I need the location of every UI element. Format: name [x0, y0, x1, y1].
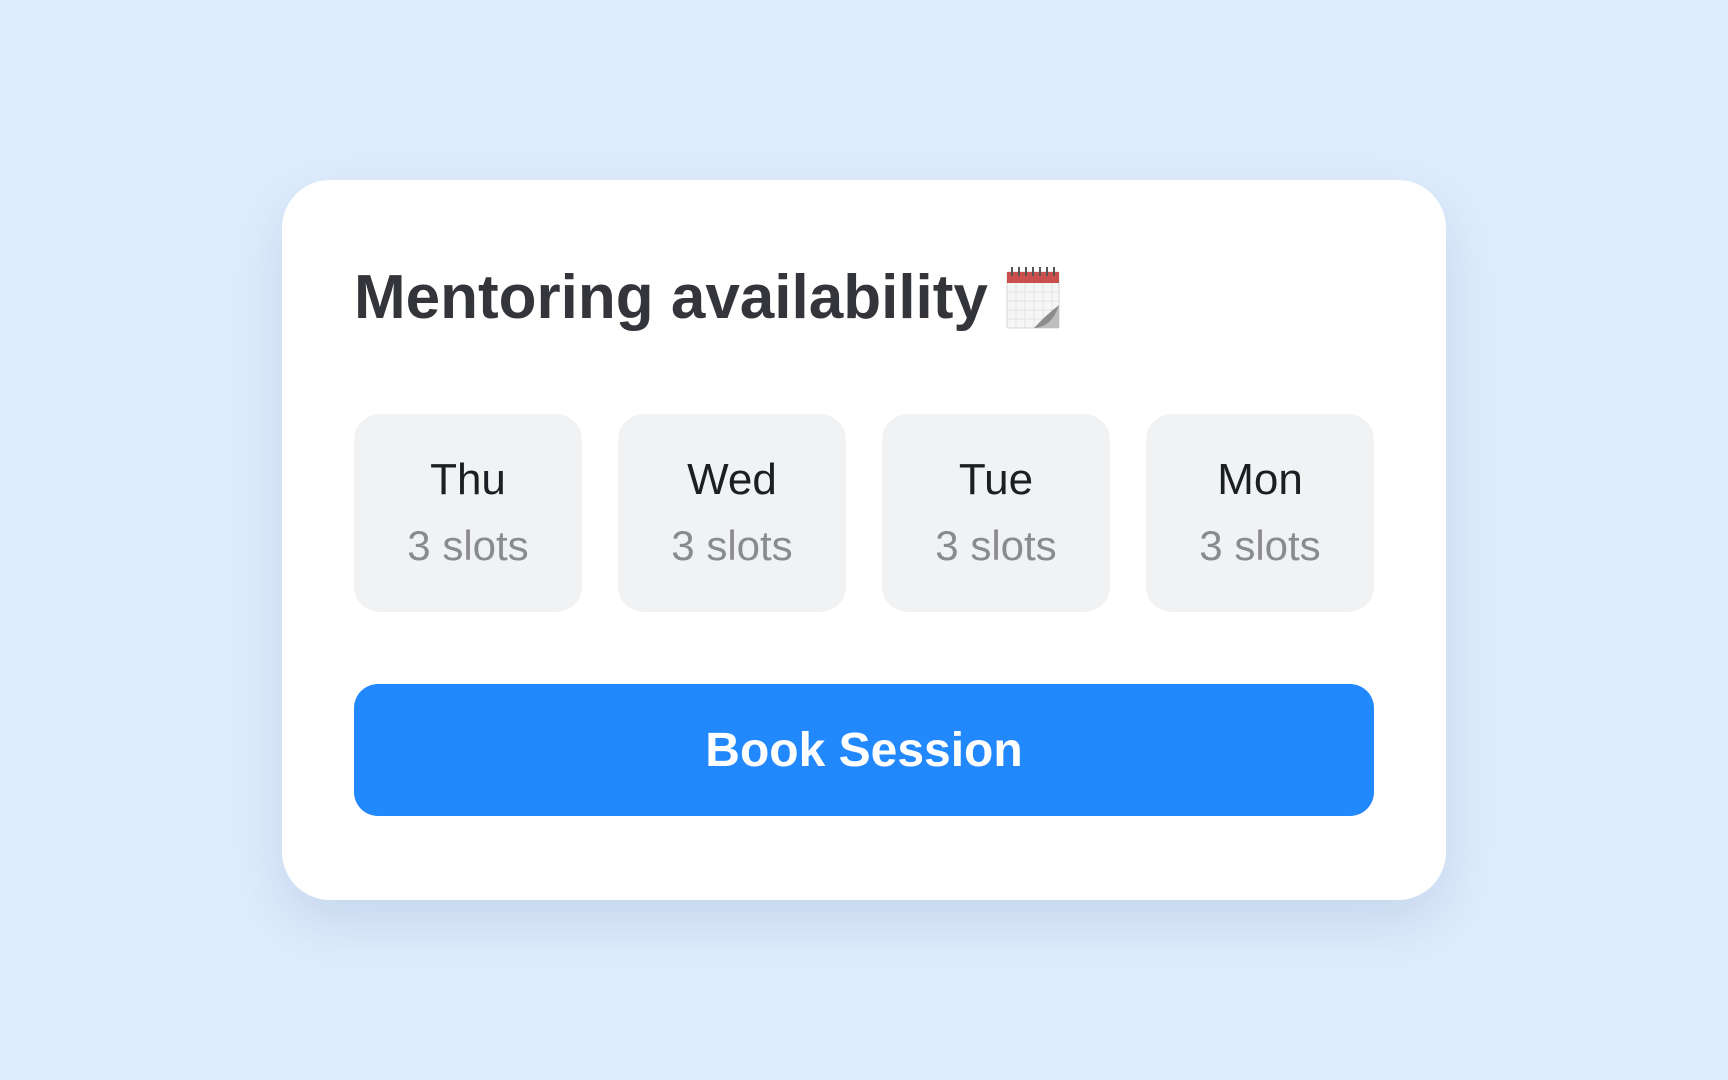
book-session-button[interactable]: Book Session [354, 684, 1374, 816]
card-title-text: Mentoring availability [354, 263, 988, 332]
day-card-mon[interactable]: Mon 3 slots [1146, 414, 1374, 612]
day-card-wed[interactable]: Wed 3 slots [618, 414, 846, 612]
day-list: Thu 3 slots Wed 3 slots Tue 3 slots Mon … [354, 414, 1374, 612]
day-slot-count: 3 slots [671, 522, 793, 569]
card-title: Mentoring availability [354, 258, 1060, 338]
day-name: Mon [1217, 455, 1303, 504]
day-name: Tue [958, 455, 1034, 504]
calendar-icon [1006, 267, 1060, 329]
day-name: Thu [430, 455, 506, 504]
day-slot-count: 3 slots [935, 522, 1057, 569]
day-slot-count: 3 slots [1199, 522, 1321, 569]
day-slot-count: 3 slots [407, 522, 529, 569]
availability-card: Mentoring availability Thu 3 slots Wed 3… [282, 180, 1446, 900]
day-name: Wed [687, 455, 777, 504]
day-card-tue[interactable]: Tue 3 slots [882, 414, 1110, 612]
day-card-thu[interactable]: Thu 3 slots [354, 414, 582, 612]
